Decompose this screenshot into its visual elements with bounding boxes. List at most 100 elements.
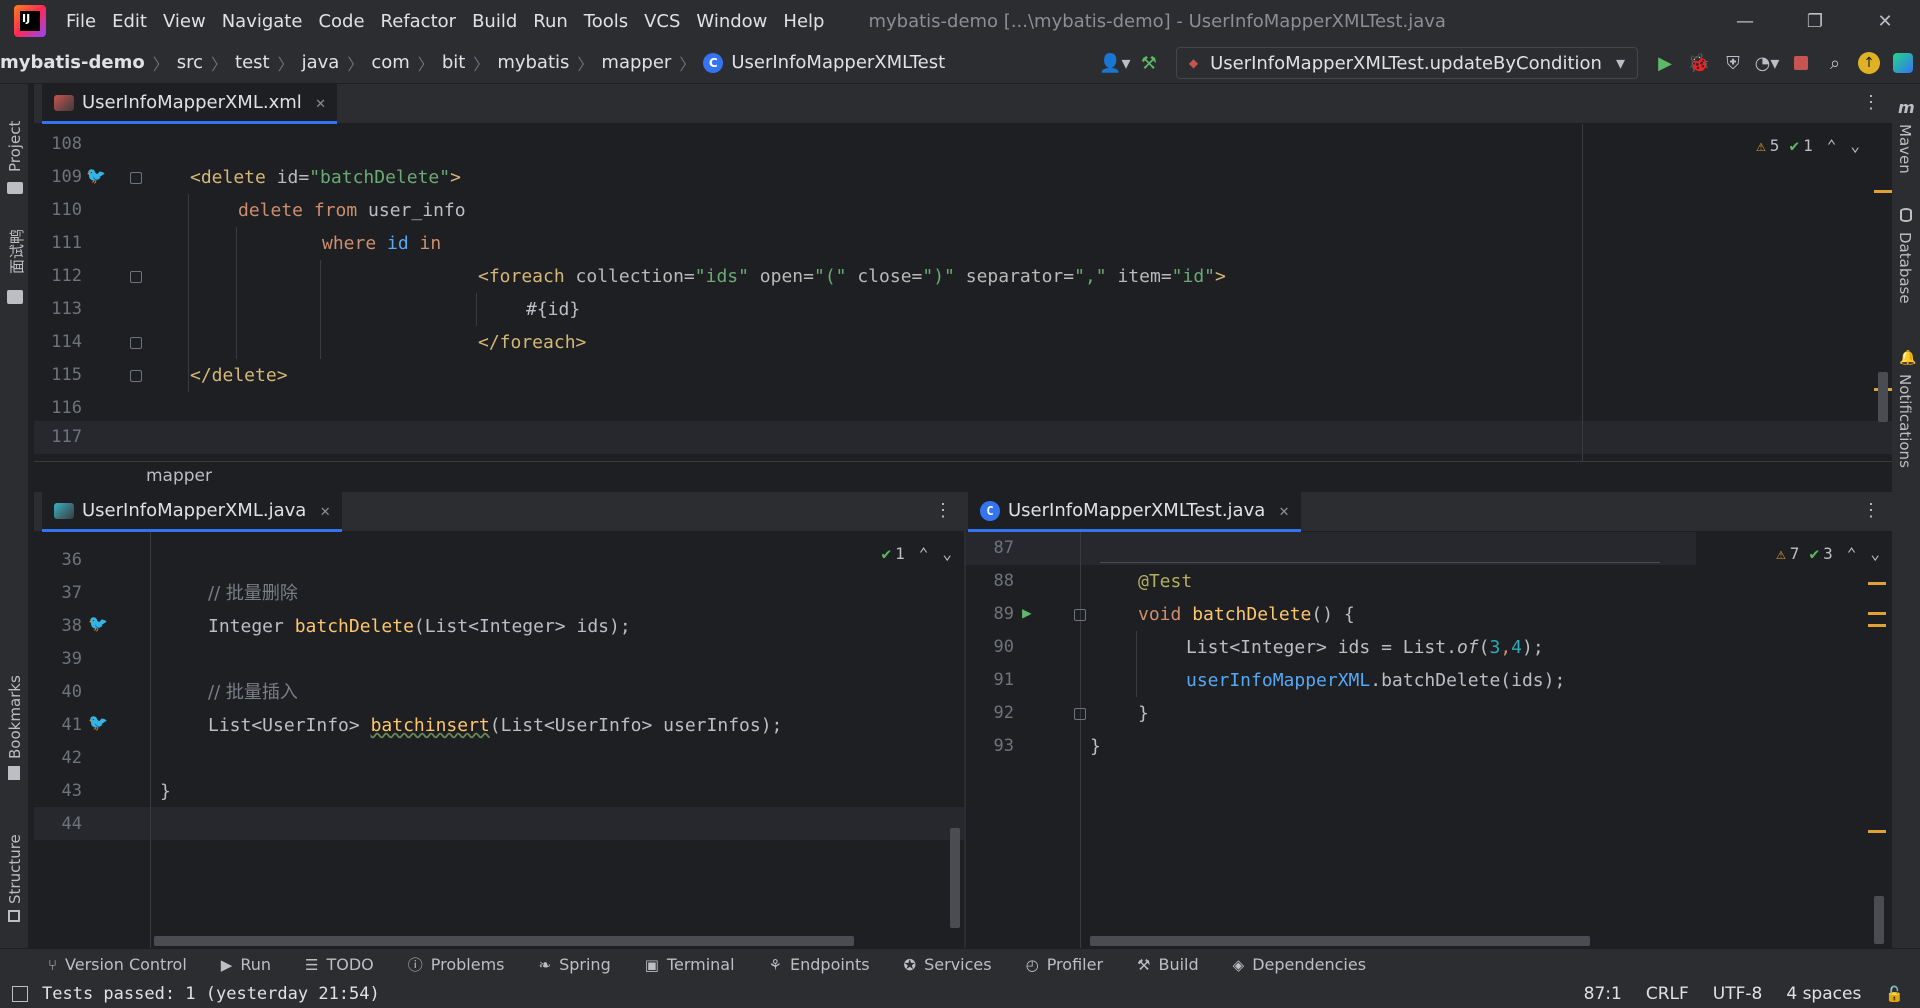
menu-vcs[interactable]: VCS	[644, 11, 680, 32]
code-line-41[interactable]: List<UserInfo> batchinsert(List<UserInfo…	[208, 709, 782, 742]
endpoints-tool-button[interactable]: ⚘ Endpoints	[769, 955, 870, 974]
close-tab-icon[interactable]: ✕	[1279, 501, 1289, 520]
jetbrains-toolbox-icon[interactable]	[1886, 46, 1920, 80]
mybatis-navigate-icon[interactable]: 🐦	[86, 166, 106, 185]
fold-icon[interactable]	[130, 172, 142, 184]
warning-stripe-marker[interactable]	[1874, 190, 1892, 193]
code-line-89[interactable]: void batchDelete() {	[1138, 598, 1355, 631]
breadcrumb-mapper[interactable]: mapper	[601, 52, 671, 73]
update-icon[interactable]: ↑	[1852, 46, 1886, 80]
horizontal-scrollbar[interactable]	[1090, 936, 1590, 946]
chevron-down-icon[interactable]: ⌄	[1850, 136, 1860, 155]
services-tool-button[interactable]: ✪ Services	[904, 955, 992, 974]
breadcrumb-com[interactable]: com	[371, 52, 409, 73]
close-tab-icon[interactable]: ✕	[316, 93, 326, 112]
horizontal-scrollbar[interactable]	[154, 936, 854, 946]
breadcrumb-mybatis[interactable]: mybatis	[497, 52, 569, 73]
menu-view[interactable]: View	[163, 11, 206, 32]
profile-icon[interactable]: ◔▾	[1750, 46, 1784, 80]
menu-run[interactable]: Run	[533, 11, 568, 32]
caret-position[interactable]: 87:1	[1584, 984, 1622, 1004]
tab-userinfomapperxmltest-java[interactable]: C UserInfoMapperXMLTest.java ✕	[968, 492, 1301, 532]
code-line-91[interactable]: userInfoMapperXML.batchDelete(ids);	[1186, 664, 1565, 697]
structure-tool-button[interactable]: Structure	[6, 834, 24, 904]
more-options-icon[interactable]: ⋮	[934, 500, 952, 521]
menu-window[interactable]: Window	[696, 11, 767, 32]
search-icon[interactable]: ⌕	[1818, 46, 1852, 80]
tab-userinfomapperxml-java[interactable]: UserInfoMapperXML.java ✕	[42, 492, 342, 532]
coverage-icon[interactable]: ⛨	[1716, 46, 1750, 80]
code-line-113[interactable]: #{id}	[526, 293, 580, 326]
indent-setting[interactable]: 4 spaces	[1786, 984, 1861, 1004]
close-window-button[interactable]: ✕	[1850, 0, 1920, 42]
maven-tool-button[interactable]: Maven	[1896, 124, 1914, 174]
todo-tool-button[interactable]: ☰ TODO	[305, 955, 374, 974]
menu-build[interactable]: Build	[472, 11, 517, 32]
problems-tool-button[interactable]: ⓘ Problems	[408, 954, 505, 975]
build-tool-button[interactable]: ⚒ Build	[1137, 955, 1199, 974]
breadcrumb-class[interactable]: C UserInfoMapperXMLTest	[703, 52, 945, 73]
more-options-icon[interactable]: ⋮	[1862, 92, 1880, 113]
code-line-38[interactable]: Integer batchDelete(List<Integer> ids);	[208, 610, 631, 643]
breadcrumb-java[interactable]: java	[302, 52, 340, 73]
inspection-widget[interactable]: ⚠ 7 ✔ 3 ⌃ ⌄	[1776, 544, 1880, 563]
profiler-tool-button[interactable]: ◴ Profiler	[1026, 955, 1103, 974]
close-tab-icon[interactable]: ✕	[320, 501, 330, 520]
run-test-icon[interactable]: ▶	[1022, 603, 1032, 622]
notifications-tool-button[interactable]: Notifications	[1896, 374, 1914, 468]
breadcrumb-src[interactable]: src	[177, 52, 203, 73]
line-separator[interactable]: CRLF	[1646, 984, 1689, 1004]
code-line-93[interactable]: }	[1090, 730, 1101, 763]
run-tool-button[interactable]: ▶ Run	[221, 955, 271, 974]
toggle-tool-windows-icon[interactable]	[12, 986, 28, 1002]
inspection-widget[interactable]: ⚠ 5 ✔ 1 ⌃ ⌄	[1756, 136, 1860, 155]
vertical-scrollbar[interactable]	[1874, 896, 1884, 944]
menu-code[interactable]: Code	[318, 11, 364, 32]
chevron-down-icon[interactable]: ⌄	[1870, 544, 1880, 563]
debug-icon[interactable]: 🐞	[1682, 46, 1716, 80]
code-line-40[interactable]: // 批量插入	[208, 676, 298, 709]
project-tool-button[interactable]: Project	[6, 121, 24, 172]
code-line-88[interactable]: @Test	[1138, 565, 1192, 598]
inspection-widget[interactable]: ✔ 1 ⌃ ⌄	[871, 544, 952, 563]
chevron-up-icon[interactable]: ⌃	[919, 544, 929, 563]
dependencies-tool-button[interactable]: ◈ Dependencies	[1233, 955, 1366, 974]
vertical-scrollbar[interactable]	[950, 828, 960, 928]
user-account-icon[interactable]: 👤▾	[1098, 46, 1132, 80]
fold-icon[interactable]	[130, 271, 142, 283]
fold-icon[interactable]	[1074, 708, 1086, 720]
code-line-43[interactable]: }	[160, 775, 171, 808]
code-line-111[interactable]: where id in	[322, 227, 441, 260]
terminal-tool-button[interactable]: ▣ Terminal	[645, 955, 735, 974]
vertical-scrollbar[interactable]	[1878, 372, 1888, 422]
code-line-90[interactable]: List<Integer> ids = List.of(3,4);	[1186, 631, 1544, 664]
build-hammer-icon[interactable]: ⚒	[1132, 46, 1166, 80]
bookmarks-tool-button[interactable]: Bookmarks	[6, 675, 24, 759]
warning-stripe-marker[interactable]	[1868, 830, 1886, 833]
menu-help[interactable]: Help	[783, 11, 824, 32]
warning-stripe-marker[interactable]	[1868, 624, 1886, 627]
fold-icon[interactable]	[130, 370, 142, 382]
menu-tools[interactable]: Tools	[584, 11, 628, 32]
spring-tool-button[interactable]: ❧ Spring	[539, 955, 611, 974]
menu-refactor[interactable]: Refactor	[381, 11, 457, 32]
code-line-114[interactable]: </foreach>	[478, 326, 586, 359]
restore-button[interactable]: ❐	[1780, 0, 1850, 42]
breadcrumb-bit[interactable]: bit	[442, 52, 465, 73]
more-options-icon[interactable]: ⋮	[1862, 500, 1880, 521]
code-line-109[interactable]: <delete id="batchDelete">	[190, 161, 461, 194]
code-line-115[interactable]: </delete>	[190, 359, 288, 392]
tab-userinfomapperxml-xml[interactable]: UserInfoMapperXML.xml ✕	[42, 84, 338, 124]
stop-icon[interactable]	[1784, 46, 1818, 80]
status-message[interactable]: Tests passed: 1 (yesterday 21:54)	[42, 984, 380, 1004]
warning-stripe-marker[interactable]	[1868, 612, 1886, 615]
breadcrumb-test[interactable]: test	[235, 52, 270, 73]
code-line-37[interactable]: // 批量删除	[208, 577, 298, 610]
run-configuration-selector[interactable]: ◆ UserInfoMapperXMLTest.updateByConditio…	[1175, 47, 1638, 79]
menu-navigate[interactable]: Navigate	[222, 11, 303, 32]
interview-tool-button[interactable]: 面试鸭	[6, 229, 27, 274]
lock-icon[interactable]: 🔓	[1885, 985, 1904, 1003]
file-encoding[interactable]: UTF-8	[1713, 984, 1763, 1004]
chevron-up-icon[interactable]: ⌃	[1827, 136, 1837, 155]
fold-icon[interactable]	[130, 337, 142, 349]
